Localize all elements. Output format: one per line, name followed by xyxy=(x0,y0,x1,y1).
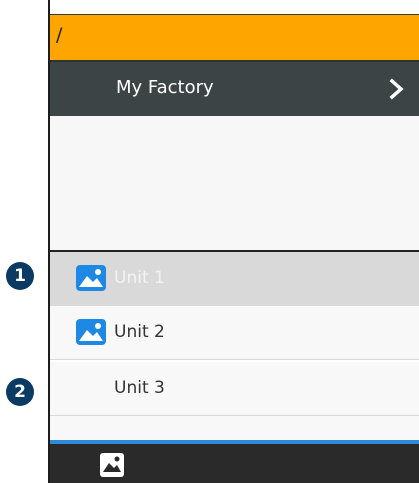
list-item-unit-1[interactable]: Unit 1 xyxy=(50,252,419,306)
list-item-label: Unit 2 xyxy=(114,322,165,342)
chevron-right-icon[interactable] xyxy=(385,78,407,100)
empty-area xyxy=(50,116,419,250)
list-empty-space xyxy=(50,416,419,440)
callout-marker-2: 2 xyxy=(6,378,34,406)
path-text: / xyxy=(56,24,63,46)
list-item-label: Unit 3 xyxy=(114,378,165,398)
callout-marker-1: 1 xyxy=(6,262,34,290)
image-icon xyxy=(76,319,106,345)
nav-header[interactable]: My Factory xyxy=(50,60,419,116)
bottom-toolbar xyxy=(50,444,419,483)
list-item-unit-2[interactable]: Unit 2 xyxy=(50,306,419,360)
app-panel: / My Factory Unit 1 Unit 2 Unit 3 xyxy=(48,0,419,483)
path-bar: / xyxy=(50,14,419,60)
list-item-unit-3[interactable]: Unit 3 xyxy=(50,362,419,416)
page-title: My Factory xyxy=(116,77,214,98)
image-icon xyxy=(76,265,106,291)
image-icon[interactable] xyxy=(100,453,124,477)
list-item-label: Unit 1 xyxy=(114,268,165,288)
